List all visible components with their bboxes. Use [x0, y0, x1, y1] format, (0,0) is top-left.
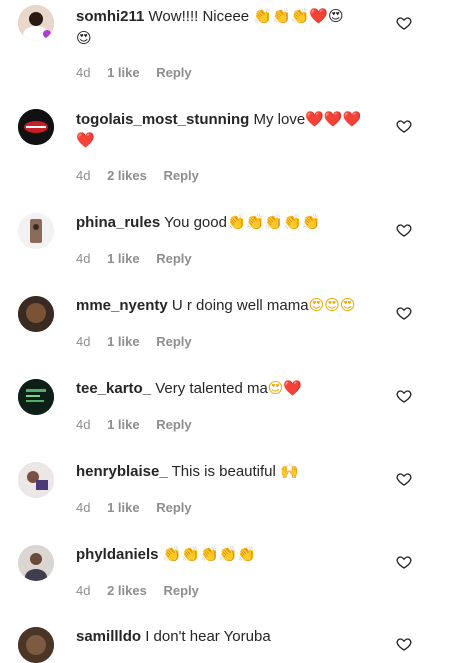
- comment-text-line: somhi211 Wow!!!! Niceee 👏👏👏❤️😍: [76, 7, 344, 26]
- reply-button[interactable]: Reply: [156, 500, 191, 515]
- comment-text-line: togolais_most_stunning My love❤️❤️❤️: [76, 110, 361, 129]
- comment-body: You good: [164, 214, 227, 231]
- comment-text-continued: ❤️: [76, 131, 95, 150]
- comment-emojis: ❤️❤️❤️: [305, 110, 362, 128]
- like-heart-icon[interactable]: [396, 15, 412, 31]
- comment-username[interactable]: samillldo: [76, 628, 141, 645]
- like-heart-icon[interactable]: [396, 388, 412, 404]
- comment-emojis: 😍😍😍: [308, 296, 356, 314]
- comment-text-line: samillldo I don't hear Yoruba: [76, 627, 271, 646]
- avatar[interactable]: [18, 109, 54, 145]
- reply-button[interactable]: Reply: [156, 251, 191, 266]
- comment-likes[interactable]: 2 likes: [107, 583, 147, 598]
- comment-username[interactable]: somhi211: [76, 8, 144, 25]
- comment-time: 4d: [76, 500, 91, 515]
- avatar[interactable]: [18, 545, 54, 581]
- comment-username[interactable]: togolais_most_stunning: [76, 111, 249, 128]
- comment-likes[interactable]: 1 like: [107, 417, 140, 432]
- comment-meta: 4d 2 likes Reply: [76, 583, 212, 598]
- avatar[interactable]: [18, 379, 54, 415]
- comment-time: 4d: [76, 168, 91, 183]
- comment-emojis: 👏👏👏❤️😍: [253, 7, 344, 25]
- comment-text-line: phyldaniels 👏👏👏👏👏: [76, 545, 256, 564]
- comment-likes[interactable]: 1 like: [107, 251, 140, 266]
- comment-body: This is beautiful: [171, 463, 276, 480]
- comment-time: 4d: [76, 417, 91, 432]
- like-heart-icon[interactable]: [396, 222, 412, 238]
- comment-text-line: phina_rules You good👏👏👏👏👏: [76, 213, 320, 232]
- comment-emojis: 👏👏👏👏👏: [162, 545, 257, 563]
- comment-emojis: 👏👏👏👏👏: [226, 213, 321, 231]
- comment-username[interactable]: tee_karto_: [76, 380, 151, 397]
- comment-emojis: 😍❤️: [267, 379, 303, 397]
- comment-body: My love: [253, 111, 306, 128]
- like-heart-icon[interactable]: [396, 471, 412, 487]
- comment-meta: 4d 1 like Reply: [76, 500, 205, 515]
- comment-emojis-continued: ❤️: [76, 131, 95, 149]
- comment-text-line: tee_karto_ Very talented ma😍❤️: [76, 379, 302, 398]
- comment-body: Very talented ma: [155, 380, 268, 397]
- comment-body: U r doing well mama: [171, 297, 309, 314]
- comment-emojis-continued: 😍: [76, 29, 92, 47]
- comment-meta: 4d 1 like Reply: [76, 65, 205, 80]
- like-heart-icon[interactable]: [396, 636, 412, 652]
- avatar[interactable]: [18, 5, 54, 41]
- comment-time: 4d: [76, 583, 91, 598]
- reply-button[interactable]: Reply: [156, 65, 191, 80]
- comment-text-continued: 😍: [76, 29, 92, 48]
- comment-text-line: mme_nyenty U r doing well mama😍😍😍: [76, 296, 356, 315]
- comment-text-line: henryblaise_ This is beautiful 🙌: [76, 462, 299, 481]
- avatar[interactable]: [18, 462, 54, 498]
- comment-time: 4d: [76, 65, 91, 80]
- comment-body: I don't hear Yoruba: [145, 628, 271, 645]
- comment-username[interactable]: phina_rules: [76, 214, 160, 231]
- comment-meta: 4d 1 like Reply: [76, 251, 205, 266]
- comment-meta: 4d 2 likes Reply: [76, 168, 212, 183]
- like-heart-icon[interactable]: [396, 305, 412, 321]
- comment-emojis: 🙌: [280, 462, 299, 480]
- comment-username[interactable]: henryblaise_: [76, 463, 168, 480]
- reply-button[interactable]: Reply: [156, 417, 191, 432]
- comment-time: 4d: [76, 251, 91, 266]
- like-heart-icon[interactable]: [396, 554, 412, 570]
- comment-username[interactable]: phyldaniels: [76, 546, 159, 563]
- reply-button[interactable]: Reply: [156, 334, 191, 349]
- comment-likes[interactable]: 2 likes: [107, 168, 147, 183]
- comment-likes[interactable]: 1 like: [107, 65, 140, 80]
- reply-button[interactable]: Reply: [163, 583, 198, 598]
- reply-button[interactable]: Reply: [163, 168, 198, 183]
- avatar[interactable]: [18, 296, 54, 332]
- comment-username[interactable]: mme_nyenty: [76, 297, 168, 314]
- comment-body: Wow!!!! Niceee: [148, 8, 250, 25]
- comment-likes[interactable]: 1 like: [107, 334, 140, 349]
- comment-time: 4d: [76, 334, 91, 349]
- avatar[interactable]: [18, 213, 54, 249]
- comment-meta: 4d 1 like Reply: [76, 417, 205, 432]
- comment-meta: 4d 1 like Reply: [76, 334, 205, 349]
- comment-likes[interactable]: 1 like: [107, 500, 140, 515]
- like-heart-icon[interactable]: [396, 118, 412, 134]
